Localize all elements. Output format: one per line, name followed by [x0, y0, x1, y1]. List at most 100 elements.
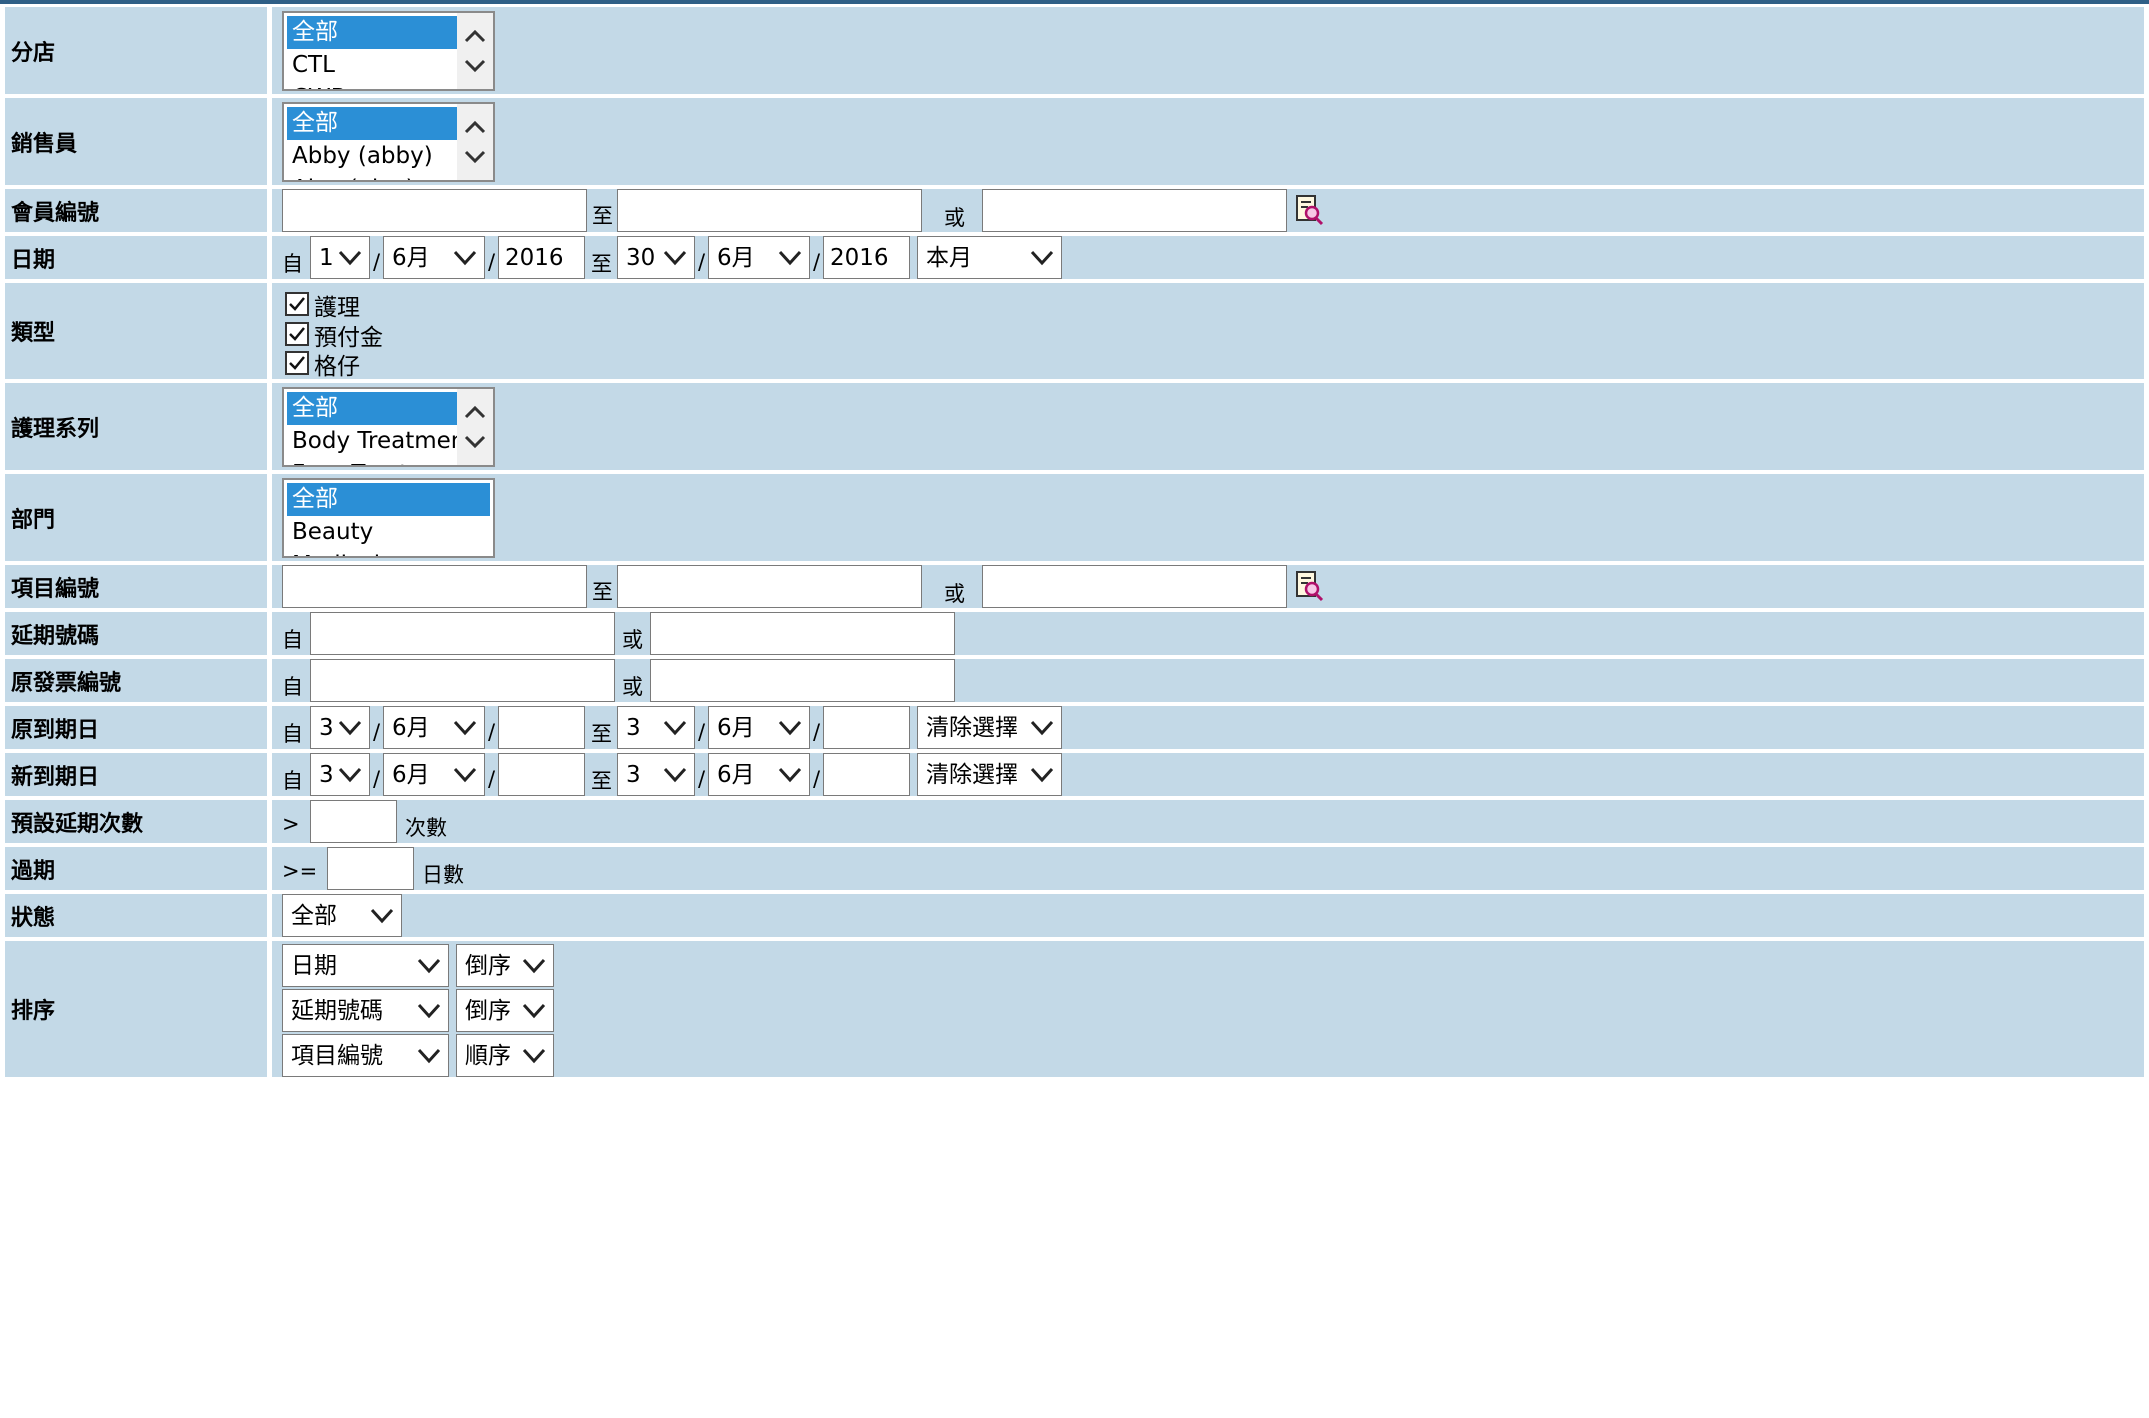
new-due-to-year-input[interactable] [823, 753, 910, 796]
date-preset-select[interactable]: 本月 [917, 236, 1062, 279]
date-from-day-select[interactable]: 1 [310, 236, 370, 279]
chevron-down-icon [778, 767, 802, 783]
original-due-from-year-input[interactable] [498, 706, 585, 749]
date-separator: / [698, 767, 706, 791]
member-no-or-input[interactable] [982, 189, 1287, 232]
top-border [0, 0, 2149, 4]
label-treatment-series: 護理系列 [5, 383, 267, 470]
chevron-down-icon[interactable] [457, 423, 493, 463]
listbox-scrollbar[interactable] [457, 104, 493, 180]
label-default-extension-count: 預設延期次數 [5, 800, 267, 843]
status-select[interactable]: 全部 [282, 894, 402, 937]
extension-count-input[interactable] [310, 800, 397, 843]
chevron-down-icon [417, 1048, 441, 1064]
chevron-down-icon[interactable] [457, 47, 493, 87]
listbox-scrollbar[interactable] [457, 13, 493, 89]
sort-field-select[interactable]: 項目編號 [282, 1034, 449, 1077]
original-due-to-day-select[interactable]: 3 [617, 706, 695, 749]
new-due-from-day-select[interactable]: 3 [310, 753, 370, 796]
list-option[interactable]: 全部 [287, 483, 490, 516]
row-department: 部門 全部 Beauty Medical [5, 474, 2144, 561]
overdue-days-input[interactable] [327, 847, 414, 890]
row-new-due-date: 新到期日 自 3 / 6月 / 至 3 / 6月 / 清除選擇 [5, 753, 2144, 796]
label-extension-no: 延期號碼 [5, 612, 267, 655]
chevron-down-icon [417, 1003, 441, 1019]
or-label: 或 [622, 675, 643, 699]
date-separator: / [373, 250, 381, 274]
date-from-year-input[interactable]: 2016 [498, 236, 585, 279]
label-member-no: 會員編號 [5, 189, 267, 232]
date-to-month-select[interactable]: 6月 [708, 236, 810, 279]
sort-field-select[interactable]: 延期號碼 [282, 989, 449, 1032]
label-branch: 分店 [5, 7, 267, 94]
lookup-search-icon[interactable] [1294, 570, 1324, 602]
type-checkbox-label: 護理 [314, 295, 360, 321]
checkmark-icon [289, 297, 305, 311]
date-separator: / [488, 250, 496, 274]
list-option[interactable]: Medical [287, 549, 490, 556]
lookup-search-icon[interactable] [1294, 194, 1324, 226]
new-due-from-year-input[interactable] [498, 753, 585, 796]
to-label: 至 [591, 252, 612, 276]
chevron-down-icon[interactable] [457, 138, 493, 178]
original-invoice-no-from-input[interactable] [310, 659, 615, 702]
extension-no-or-input[interactable] [650, 612, 955, 655]
date-separator: / [813, 720, 821, 744]
extension-no-from-input[interactable] [310, 612, 615, 655]
date-to-day-select[interactable]: 30 [617, 236, 695, 279]
date-separator: / [813, 767, 821, 791]
chevron-down-icon [522, 1048, 546, 1064]
list-option[interactable]: 全部 [287, 16, 464, 49]
treatment-series-listbox[interactable]: 全部 Body Treatment Face Treatment [282, 387, 495, 467]
date-separator: / [373, 767, 381, 791]
row-overdue: 過期 >= 日數 [5, 847, 2144, 890]
from-label: 自 [282, 769, 303, 793]
sort-field-select[interactable]: 日期 [282, 944, 449, 987]
row-salesperson: 銷售員 全部 Abby (abby) Alex (alex) [5, 98, 2144, 185]
new-due-to-month-select[interactable]: 6月 [708, 753, 810, 796]
row-date: 日期 自 1 / 6月 / 2016 至 30 / 6月 / 2016 本月 [5, 236, 2144, 279]
new-due-preset-select[interactable]: 清除選擇 [917, 753, 1062, 796]
original-due-to-month-select[interactable]: 6月 [708, 706, 810, 749]
member-no-to-input[interactable] [617, 189, 922, 232]
label-overdue: 過期 [5, 847, 267, 890]
item-no-or-input[interactable] [982, 565, 1287, 608]
list-option[interactable]: 全部 [287, 392, 464, 425]
label-date: 日期 [5, 236, 267, 279]
row-type: 類型 護理 預付金 格仔 [5, 283, 2144, 380]
type-checkbox[interactable] [285, 351, 309, 375]
original-due-preset-select[interactable]: 清除選擇 [917, 706, 1062, 749]
item-no-to-input[interactable] [617, 565, 922, 608]
chevron-down-icon [778, 250, 802, 266]
list-option[interactable]: Beauty [287, 516, 490, 549]
new-due-from-month-select[interactable]: 6月 [383, 753, 485, 796]
date-from-month-select[interactable]: 6月 [383, 236, 485, 279]
label-status: 狀態 [5, 894, 267, 937]
member-no-from-input[interactable] [282, 189, 587, 232]
original-invoice-no-or-input[interactable] [650, 659, 955, 702]
label-department: 部門 [5, 474, 267, 561]
sort-order-select[interactable]: 倒序 [456, 944, 554, 987]
date-separator: / [488, 720, 496, 744]
original-due-to-year-input[interactable] [823, 706, 910, 749]
chevron-down-icon [338, 720, 362, 736]
department-listbox[interactable]: 全部 Beauty Medical [282, 478, 495, 558]
branch-listbox[interactable]: 全部 CTL CWB [282, 11, 495, 91]
salesperson-listbox[interactable]: 全部 Abby (abby) Alex (alex) [282, 102, 495, 182]
original-due-from-day-select[interactable]: 3 [310, 706, 370, 749]
from-label: 自 [282, 628, 303, 652]
new-due-to-day-select[interactable]: 3 [617, 753, 695, 796]
listbox-scrollbar[interactable] [457, 389, 493, 465]
sort-order-select[interactable]: 倒序 [456, 989, 554, 1032]
to-label: 至 [592, 204, 613, 228]
date-to-year-input[interactable]: 2016 [823, 236, 910, 279]
original-due-from-month-select[interactable]: 6月 [383, 706, 485, 749]
list-option[interactable]: 全部 [287, 107, 464, 140]
checkmark-icon [289, 356, 305, 370]
item-no-from-input[interactable] [282, 565, 587, 608]
type-checkbox[interactable] [285, 292, 309, 316]
greater-equal-label: >= [282, 859, 318, 883]
sort-order-select[interactable]: 順序 [456, 1034, 554, 1077]
date-separator: / [698, 250, 706, 274]
type-checkbox[interactable] [285, 322, 309, 346]
